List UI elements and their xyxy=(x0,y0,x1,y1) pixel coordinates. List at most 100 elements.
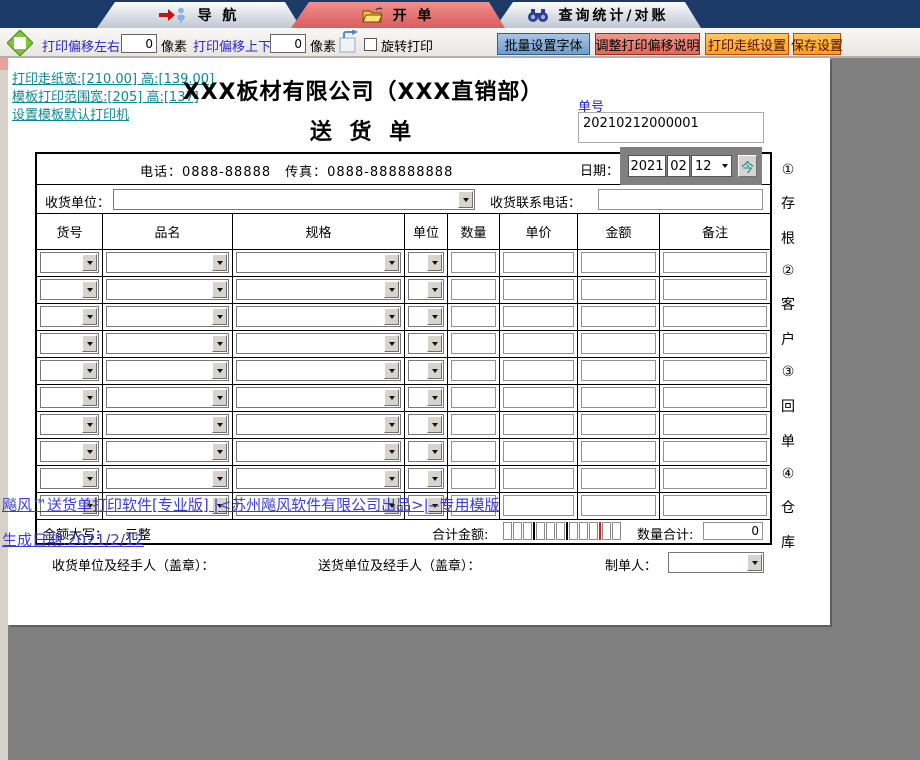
chevron-down-icon[interactable] xyxy=(384,416,399,433)
remark-input[interactable] xyxy=(663,414,767,435)
chevron-down-icon[interactable] xyxy=(82,308,97,325)
unit-select[interactable] xyxy=(408,414,444,435)
remark-input[interactable] xyxy=(663,333,767,354)
software-watermark-link[interactable]: 飚风™送货单打印软件[专业版] |<苏州飚风软件有限公司出品>|--专用模版 xyxy=(2,494,500,515)
chevron-down-icon[interactable] xyxy=(384,254,399,271)
chevron-down-icon[interactable] xyxy=(212,308,227,325)
default-printer-link[interactable]: 设置模板默认打印机 xyxy=(12,104,129,123)
unit-select[interactable] xyxy=(408,387,444,408)
generated-date-link[interactable]: 生成日期:2021/2/12 xyxy=(2,529,144,550)
spec-select[interactable] xyxy=(236,279,401,300)
amount-input[interactable] xyxy=(581,414,656,435)
item-no-select[interactable] xyxy=(40,441,99,462)
item-no-select[interactable] xyxy=(40,252,99,273)
adjust-offset-help-button[interactable]: 调整打印偏移说明 xyxy=(595,33,700,55)
amount-input[interactable] xyxy=(581,387,656,408)
item-no-select[interactable] xyxy=(40,414,99,435)
qty-total-input[interactable] xyxy=(703,522,763,540)
unit-select[interactable] xyxy=(408,252,444,273)
remark-input[interactable] xyxy=(663,387,767,408)
chevron-down-icon[interactable] xyxy=(384,389,399,406)
item-no-select[interactable] xyxy=(40,333,99,354)
receiver-unit-select[interactable] xyxy=(113,189,475,210)
unit-select[interactable] xyxy=(408,360,444,381)
paper-feed-settings-button[interactable]: 打印走纸设置 xyxy=(705,33,789,55)
remark-input[interactable] xyxy=(663,252,767,273)
offset-lr-input[interactable] xyxy=(121,34,157,53)
chevron-down-icon[interactable] xyxy=(747,554,762,571)
batch-font-button[interactable]: 批量设置字体 xyxy=(497,33,590,55)
item-no-select[interactable] xyxy=(40,279,99,300)
unit-select[interactable] xyxy=(408,468,444,489)
unit-price-input[interactable] xyxy=(503,495,574,516)
quantity-input[interactable] xyxy=(451,468,496,489)
quantity-input[interactable] xyxy=(451,306,496,327)
tab-navigation[interactable]: 导 航 xyxy=(97,2,301,28)
amount-input[interactable] xyxy=(581,279,656,300)
chevron-down-icon[interactable] xyxy=(82,281,97,298)
product-name-select[interactable] xyxy=(106,252,229,273)
product-name-select[interactable] xyxy=(106,441,229,462)
chevron-down-icon[interactable] xyxy=(82,443,97,460)
chevron-down-icon[interactable] xyxy=(427,335,442,352)
spec-select[interactable] xyxy=(236,333,401,354)
unit-select[interactable] xyxy=(408,441,444,462)
unit-select[interactable] xyxy=(408,306,444,327)
remark-input[interactable] xyxy=(663,279,767,300)
chevron-down-icon[interactable] xyxy=(427,443,442,460)
chevron-down-icon[interactable] xyxy=(212,389,227,406)
order-no-input[interactable]: 20210212000001 xyxy=(578,112,764,143)
remark-input[interactable] xyxy=(663,306,767,327)
spec-select[interactable] xyxy=(236,441,401,462)
chevron-down-icon[interactable] xyxy=(384,470,399,487)
offset-ud-input[interactable] xyxy=(270,34,306,53)
chevron-down-icon[interactable] xyxy=(212,254,227,271)
chevron-down-icon[interactable] xyxy=(212,470,227,487)
chevron-down-icon[interactable] xyxy=(458,191,473,208)
quantity-input[interactable] xyxy=(451,441,496,462)
product-name-select[interactable] xyxy=(106,306,229,327)
amount-input[interactable] xyxy=(581,252,656,273)
date-day-select[interactable]: 12 xyxy=(691,155,732,177)
amount-input[interactable] xyxy=(581,468,656,489)
remark-input[interactable] xyxy=(663,468,767,489)
quantity-input[interactable] xyxy=(451,333,496,354)
spec-select[interactable] xyxy=(236,252,401,273)
tab-query-stats[interactable]: 查询统计/对账 xyxy=(495,2,701,28)
today-button[interactable]: 今 xyxy=(738,155,757,177)
chevron-down-icon[interactable] xyxy=(212,281,227,298)
chevron-down-icon[interactable] xyxy=(212,362,227,379)
chevron-down-icon[interactable] xyxy=(82,254,97,271)
amount-input[interactable] xyxy=(581,333,656,354)
chevron-down-icon[interactable] xyxy=(384,308,399,325)
chevron-down-icon[interactable] xyxy=(427,281,442,298)
chevron-down-icon[interactable] xyxy=(212,335,227,352)
chevron-down-icon[interactable] xyxy=(427,389,442,406)
unit-select[interactable] xyxy=(408,333,444,354)
unit-price-input[interactable] xyxy=(503,252,574,273)
spec-select[interactable] xyxy=(236,306,401,327)
product-name-select[interactable] xyxy=(106,387,229,408)
chevron-down-icon[interactable] xyxy=(427,416,442,433)
chevron-down-icon[interactable] xyxy=(82,362,97,379)
chevron-down-icon[interactable] xyxy=(82,416,97,433)
unit-select[interactable] xyxy=(408,279,444,300)
quantity-input[interactable] xyxy=(451,387,496,408)
product-name-select[interactable] xyxy=(106,279,229,300)
unit-price-input[interactable] xyxy=(503,387,574,408)
quantity-input[interactable] xyxy=(451,279,496,300)
date-year-input[interactable]: 2021 xyxy=(628,155,666,177)
product-name-select[interactable] xyxy=(106,360,229,381)
spec-select[interactable] xyxy=(236,468,401,489)
save-settings-button[interactable]: 保存设置 xyxy=(791,33,843,55)
chevron-down-icon[interactable] xyxy=(384,281,399,298)
product-name-select[interactable] xyxy=(106,414,229,435)
item-no-select[interactable] xyxy=(40,468,99,489)
chevron-down-icon[interactable] xyxy=(82,470,97,487)
unit-price-input[interactable] xyxy=(503,441,574,462)
item-no-select[interactable] xyxy=(40,306,99,327)
rotate-print-checkbox[interactable] xyxy=(364,38,377,51)
chevron-down-icon[interactable] xyxy=(427,308,442,325)
chevron-down-icon[interactable] xyxy=(82,389,97,406)
maker-select[interactable] xyxy=(668,552,764,573)
